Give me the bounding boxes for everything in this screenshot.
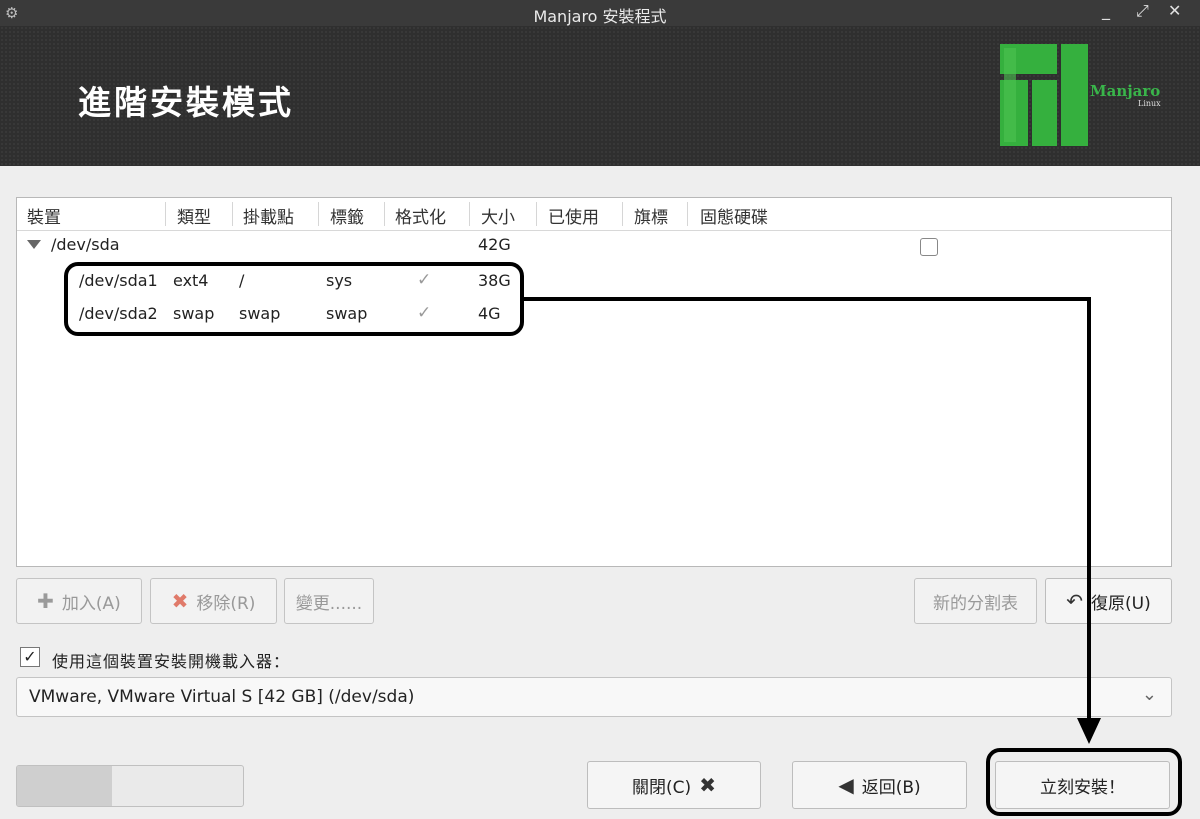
- column-separator: [687, 202, 688, 226]
- plus-icon: ✚: [37, 589, 54, 613]
- back-button[interactable]: ◀ 返回(B): [792, 761, 967, 809]
- device-root[interactable]: /dev/sda: [51, 235, 120, 254]
- column-header-mount[interactable]: 掛載點: [243, 203, 294, 228]
- bootloader-device-select[interactable]: VMware, VMware Virtual S [42 GB] (/dev/s…: [16, 677, 1172, 717]
- column-separator: [536, 202, 537, 226]
- partition-table[interactable]: 裝置 類型 掛載點 標籤 格式化 大小 已使用 旗標 固態硬碟 /dev/sda…: [16, 197, 1172, 567]
- logo-text: Manjaro: [1090, 82, 1161, 100]
- add-button-label: 加入(A): [61, 593, 121, 614]
- close-window-button[interactable]: ✕: [1168, 1, 1181, 20]
- window-titlebar: ⚙ Manjaro 安裝程式 _ ⤢ ✕: [0, 0, 1200, 26]
- progress-bar: [16, 765, 244, 807]
- chevron-down-icon: ⌄: [1141, 684, 1157, 705]
- column-header-type[interactable]: 類型: [177, 203, 211, 228]
- column-header-size[interactable]: 大小: [481, 203, 515, 228]
- table-header: 裝置 類型 掛載點 標籤 格式化 大小 已使用 旗標 固態硬碟: [17, 198, 1171, 231]
- column-separator: [165, 202, 166, 226]
- remove-button-label: 移除(R): [196, 593, 256, 614]
- expander-icon[interactable]: [27, 240, 41, 249]
- edit-button-label: 變更......: [295, 593, 363, 614]
- callout-arrow-line: [522, 297, 1091, 301]
- edit-button[interactable]: 變更......: [284, 578, 374, 624]
- callout-install-box: [986, 748, 1182, 816]
- window-title: Manjaro 安裝程式: [533, 7, 667, 26]
- column-separator: [622, 202, 623, 226]
- remove-button[interactable]: ✖ 移除(R): [150, 578, 277, 624]
- maximize-button[interactable]: ⤢: [1136, 1, 1149, 21]
- new-partition-table-label: 新的分割表: [933, 593, 1018, 614]
- column-header-used[interactable]: 已使用: [548, 203, 599, 228]
- add-button[interactable]: ✚ 加入(A): [16, 578, 142, 624]
- callout-arrowhead: [1077, 718, 1101, 744]
- column-separator: [469, 202, 470, 226]
- device-root-size: 42G: [478, 235, 511, 254]
- close-button-label: 關閉(C): [632, 777, 692, 798]
- header-banner: 進階安裝模式 Manjaro Linux: [0, 26, 1200, 166]
- close-button[interactable]: 關閉(C) ✖: [587, 761, 761, 809]
- undo-icon: ↶: [1066, 589, 1084, 613]
- callout-partitions-box: [64, 262, 524, 336]
- back-button-label: 返回(B): [861, 777, 921, 798]
- callout-arrow-line: [1087, 297, 1091, 719]
- logo-subtext: Linux: [1138, 99, 1161, 108]
- column-separator: [318, 202, 319, 226]
- column-header-format[interactable]: 格式化: [395, 203, 446, 228]
- bootloader-checkbox[interactable]: ✓: [20, 647, 40, 667]
- delete-icon: ✖: [171, 589, 189, 613]
- manjaro-logo: [1000, 44, 1088, 146]
- bootloader-label: 使用這個裝置安裝開機載入器：: [52, 652, 291, 671]
- root-format-checkbox[interactable]: [920, 238, 938, 256]
- progress-fill: [17, 766, 112, 806]
- column-separator: [384, 202, 385, 226]
- revert-button[interactable]: ↶ 復原(U): [1045, 578, 1172, 624]
- close-icon: ✖: [699, 773, 716, 797]
- column-header-device[interactable]: 裝置: [27, 203, 61, 228]
- column-header-label[interactable]: 標籤: [330, 203, 364, 228]
- column-header-flags[interactable]: 旗標: [634, 203, 668, 228]
- revert-button-label: 復原(U): [1091, 593, 1151, 614]
- page-title: 進階安裝模式: [78, 83, 294, 122]
- column-header-ssd[interactable]: 固態硬碟: [700, 203, 768, 228]
- arrow-left-icon: ◀: [838, 773, 854, 797]
- new-partition-table-button[interactable]: 新的分割表: [914, 578, 1037, 624]
- column-separator: [232, 202, 233, 226]
- bootloader-device-value: VMware, VMware Virtual S [42 GB] (/dev/s…: [29, 687, 415, 707]
- minimize-button[interactable]: _: [1102, 1, 1110, 20]
